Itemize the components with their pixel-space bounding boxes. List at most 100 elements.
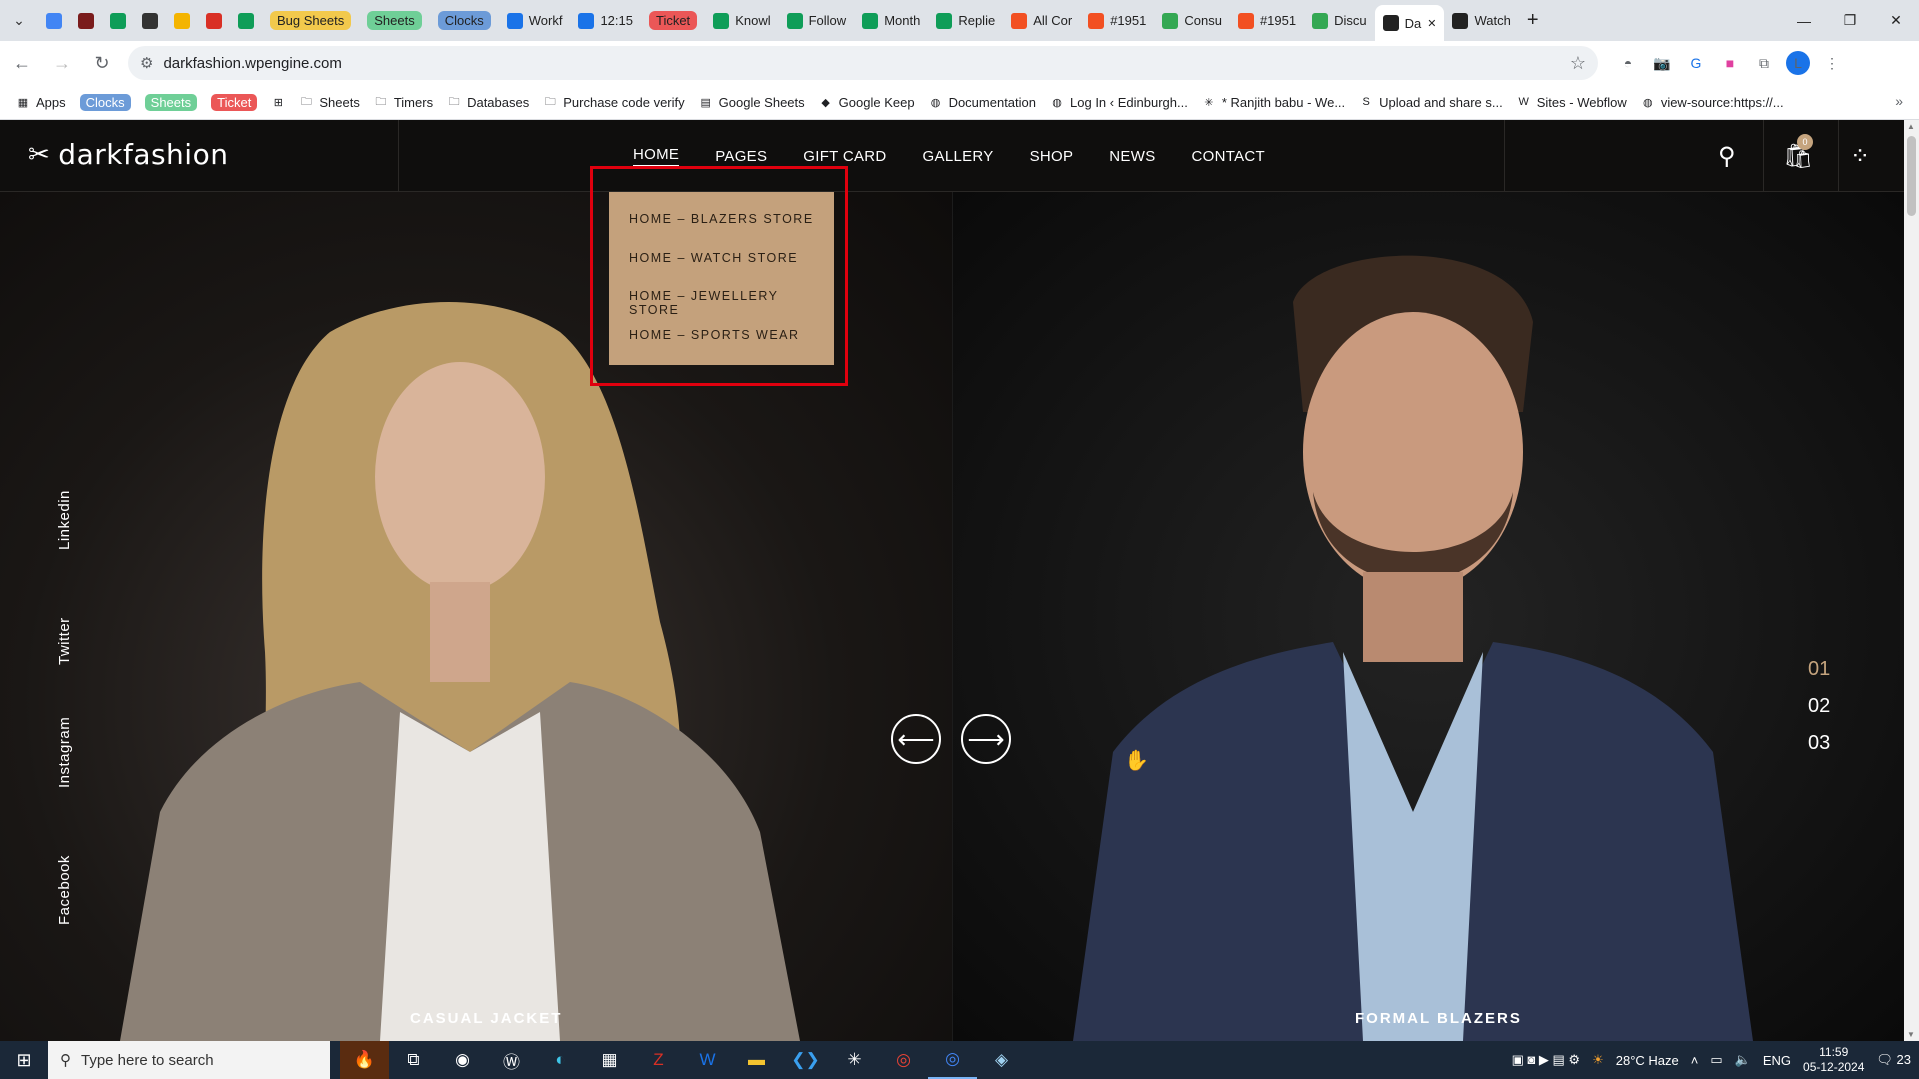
browser-tab[interactable]	[134, 5, 166, 37]
edge-icon[interactable]: ◐	[536, 1041, 585, 1079]
tab-search-chevron-icon[interactable]: ⌄	[0, 0, 38, 41]
browser-tab[interactable]: All Cor	[1003, 5, 1080, 37]
taskbar-search[interactable]: ⚲ Type here to search	[48, 1041, 330, 1079]
slide-number[interactable]: 01	[1808, 658, 1830, 681]
prev-slide-arrow-icon[interactable]: ⟵	[891, 714, 941, 764]
vscode-icon[interactable]: ❮❯	[781, 1041, 830, 1079]
bookmark-item[interactable]: 🗀 Databases	[447, 95, 530, 110]
bookmark-item[interactable]: ▤ Google Sheets	[699, 95, 804, 110]
record-extension-icon[interactable]: ■	[1718, 51, 1742, 75]
webflow-icon[interactable]: W	[683, 1041, 732, 1079]
browser-tab[interactable]: Discu	[1304, 5, 1375, 37]
restore-icon[interactable]: ❐	[1827, 0, 1873, 41]
browser-tab[interactable]: Da ✕	[1374, 5, 1445, 41]
bookmark-item[interactable]: 🗀 Sheets	[299, 95, 360, 110]
chrome-profile-icon[interactable]: ◎	[928, 1041, 977, 1079]
browser-tab[interactable]	[70, 5, 102, 37]
browser-tab[interactable]: Sheets	[359, 5, 429, 37]
browser-tab[interactable]	[230, 5, 262, 37]
network-icon[interactable]: ▭	[1710, 1052, 1722, 1068]
scrollbar-thumb[interactable]	[1907, 136, 1916, 216]
extensions-puzzle-icon[interactable]: ⧉	[1752, 51, 1776, 75]
bookmark-item[interactable]: ◍ view-source:https://...	[1641, 95, 1784, 110]
browser-tab[interactable]	[102, 5, 134, 37]
close-window-icon[interactable]: ✕	[1873, 0, 1919, 41]
notification-icon[interactable]: 🗨 23	[1876, 1052, 1911, 1068]
browser-tab[interactable]: Workf	[499, 5, 571, 37]
bookmark-item[interactable]: ◍ Log In ‹ Edinburgh...	[1050, 95, 1188, 110]
store-icon[interactable]: ▦	[585, 1041, 634, 1079]
scroll-up-icon[interactable]: ▲	[1907, 122, 1915, 131]
bookmark-item[interactable]: Ticket	[211, 93, 258, 111]
translate-extension-icon[interactable]: G	[1684, 51, 1708, 75]
bookmark-item[interactable]: Clocks	[79, 93, 131, 111]
browser-tab[interactable]: #1951	[1230, 5, 1304, 37]
bookmark-item[interactable]: W Sites - Webflow	[1517, 95, 1627, 110]
slide-number[interactable]: 02	[1808, 695, 1830, 718]
browser-tab[interactable]	[198, 5, 230, 37]
close-tab-icon[interactable]: ✕	[1427, 17, 1436, 30]
browser-tab[interactable]: #1951	[1080, 5, 1154, 37]
social-link-facebook[interactable]: Facebook	[56, 855, 73, 925]
address-bar[interactable]: ⚙ darkfashion.wpengine.com ☆	[128, 46, 1598, 80]
slack-icon[interactable]: ✳	[830, 1041, 879, 1079]
browser-tab[interactable]: Follow	[779, 5, 855, 37]
extension-icon[interactable]: ◓	[1616, 51, 1640, 75]
bookmark-item[interactable]: ✳ * Ranjith babu - We...	[1202, 95, 1345, 110]
scroll-down-icon[interactable]: ▼	[1907, 1030, 1915, 1039]
nav-pages[interactable]: PAGES	[715, 148, 767, 165]
nav-contact[interactable]: CONTACT	[1192, 148, 1265, 165]
bookmark-item[interactable]: 🗀 Purchase code verify	[543, 95, 685, 110]
browser-tab[interactable]	[166, 5, 198, 37]
browser-menu-icon[interactable]: ⋮	[1820, 51, 1844, 75]
volume-icon[interactable]: 🔈	[1735, 1052, 1751, 1068]
browser-tab[interactable]: Consu	[1154, 5, 1230, 37]
slide-number[interactable]: 03	[1808, 732, 1830, 755]
chrome-icon[interactable]: ◎	[879, 1041, 928, 1079]
windows-start-icon[interactable]: ⊞	[0, 1050, 48, 1071]
social-link-linkedin[interactable]: Linkedin	[56, 490, 73, 550]
back-icon[interactable]: ←	[4, 45, 40, 81]
caption-right[interactable]: FORMAL BLAZERS	[1355, 1010, 1522, 1027]
browser-tab[interactable]	[38, 5, 70, 37]
social-link-twitter[interactable]: Twitter	[56, 617, 73, 665]
bookmark-item[interactable]: 🗀 Timers	[374, 95, 433, 110]
wordpress-icon[interactable]: Ⓦ	[487, 1041, 536, 1079]
site-info-icon[interactable]: ⚙	[140, 54, 153, 72]
next-slide-arrow-icon[interactable]: ⟶	[961, 714, 1011, 764]
notepad-icon[interactable]: ◈	[977, 1041, 1026, 1079]
fireplace-widget-icon[interactable]: 🔥	[340, 1041, 389, 1079]
reload-icon[interactable]: ↻	[84, 45, 120, 81]
profile-avatar[interactable]: L	[1786, 51, 1810, 75]
new-tab-icon[interactable]: +	[1519, 5, 1547, 37]
nav-gift-card[interactable]: GIFT CARD	[803, 148, 886, 165]
tray-apps-icon[interactable]: ▣ ◙ ▶ ▤ ⚙	[1512, 1052, 1581, 1068]
bookmark-item[interactable]: ◍ Documentation	[929, 95, 1036, 110]
weather-text[interactable]: 28°C Haze	[1616, 1053, 1679, 1068]
file-explorer-icon[interactable]: ▬	[732, 1041, 781, 1079]
forward-icon[interactable]: →	[44, 45, 80, 81]
browser-tab[interactable]: Clocks	[430, 5, 499, 37]
page-scrollbar[interactable]: ▲ ▼	[1904, 120, 1919, 1041]
more-bookmarks-icon[interactable]: »	[1895, 93, 1903, 109]
nav-gallery[interactable]: GALLERY	[923, 148, 994, 165]
language-indicator[interactable]: ENG	[1763, 1053, 1791, 1068]
tray-chevron-icon[interactable]: ˄	[1691, 1053, 1699, 1068]
app-icon[interactable]: ◉	[438, 1041, 487, 1079]
browser-tab[interactable]: Ticket	[641, 5, 705, 37]
clock[interactable]: 11:59 05-12-2024	[1803, 1045, 1864, 1075]
nav-news[interactable]: NEWS	[1109, 148, 1155, 165]
bookmark-star-icon[interactable]: ☆	[1570, 53, 1586, 74]
browser-tab[interactable]: Replie	[928, 5, 1003, 37]
browser-tab[interactable]: Month	[854, 5, 928, 37]
browser-tab[interactable]: Watch	[1444, 5, 1518, 37]
site-logo[interactable]: ✂ darkfashion	[28, 138, 228, 171]
search-icon[interactable]: ⚲	[1718, 142, 1736, 171]
caption-left[interactable]: CASUAL JACKET	[410, 1010, 562, 1027]
bookmark-item[interactable]: ▦ Apps	[16, 95, 66, 110]
task-view-icon[interactable]: ⧉	[389, 1041, 438, 1079]
minimize-icon[interactable]: —	[1781, 0, 1827, 41]
menu-grid-icon[interactable]: ⁘	[1850, 142, 1870, 171]
screenshot-extension-icon[interactable]: 📷	[1650, 51, 1674, 75]
bookmark-item[interactable]: ⊞	[271, 95, 285, 109]
